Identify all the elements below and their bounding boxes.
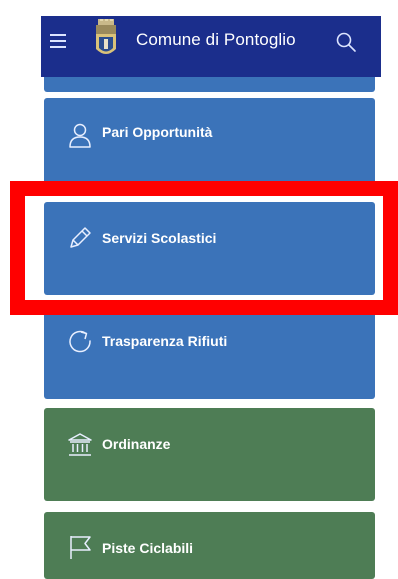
page-title: Comune di Pontoglio xyxy=(136,30,296,49)
person-icon xyxy=(69,123,91,148)
card-ordinanze[interactable]: Ordinanze xyxy=(44,408,375,501)
app-header: Comune di Pontoglio xyxy=(41,16,381,77)
municipal-crest-icon xyxy=(96,19,116,54)
card-label: Pari Opportunità xyxy=(102,124,213,140)
card-piste-ciclabili[interactable]: Piste Ciclabili xyxy=(44,512,375,579)
card-label: Servizi Scolastici xyxy=(102,230,217,246)
hamburger-menu-icon[interactable] xyxy=(50,34,66,48)
search-icon[interactable] xyxy=(335,31,357,53)
card-servizi-scolastici[interactable]: Servizi Scolastici xyxy=(44,202,375,295)
institution-icon xyxy=(68,433,92,456)
card-label: Ordinanze xyxy=(102,436,171,452)
card-pari-opportunita[interactable]: Pari Opportunità xyxy=(44,98,375,189)
card-label: Trasparenza Rifiuti xyxy=(102,333,228,349)
pencil-icon xyxy=(70,227,91,248)
card-label: Piste Ciclabili xyxy=(102,540,194,556)
flag-icon xyxy=(70,536,91,559)
card-trasparenza-rifiuti[interactable]: Trasparenza Rifiuti xyxy=(44,307,375,399)
refresh-icon xyxy=(69,330,91,353)
